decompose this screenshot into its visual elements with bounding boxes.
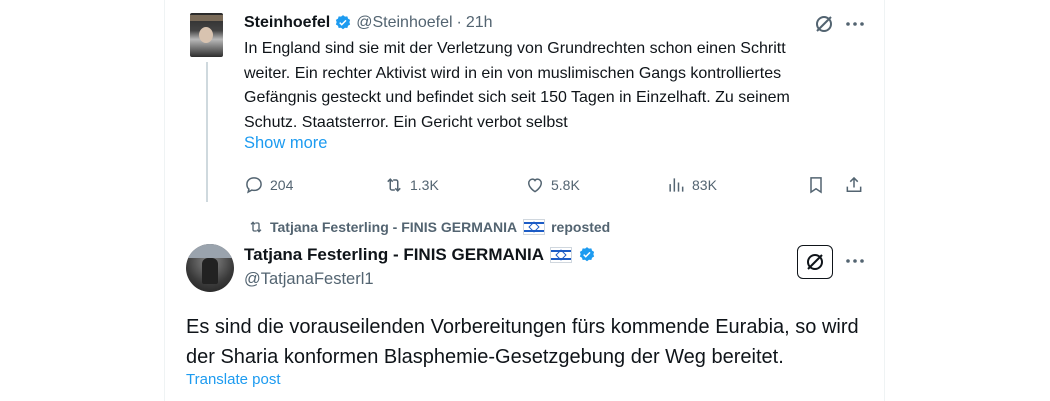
views-button[interactable]: 83K	[666, 172, 717, 198]
reply-button[interactable]: 204	[244, 172, 293, 198]
repost-icon	[250, 221, 262, 233]
share-button[interactable]	[844, 172, 864, 198]
column-border-right	[884, 0, 885, 401]
translate-post-link[interactable]: Translate post	[186, 371, 281, 388]
grok-icon	[807, 254, 823, 270]
tweet-2-header: Tatjana Festerling - FINIS GERMANIA	[244, 245, 596, 265]
tweet-1-header: Steinhoefel @Steinhoefel · 21h	[244, 12, 493, 34]
thread-connector-line	[206, 62, 208, 202]
views-icon	[669, 178, 684, 192]
israel-flag-icon	[550, 247, 573, 263]
like-button[interactable]: 5.8K	[525, 172, 580, 198]
author-name[interactable]: Tatjana Festerling - FINIS GERMANIA	[244, 245, 544, 265]
verified-badge-icon[interactable]	[578, 246, 596, 264]
views-count: 83K	[692, 177, 717, 193]
author-name[interactable]: Steinhoefel	[244, 14, 330, 32]
tweet-1-actions: 204 1.3K 5.8K 83K	[244, 172, 864, 198]
reply-icon	[246, 177, 262, 194]
header-separator: ·	[456, 14, 462, 31]
more-icon[interactable]	[843, 249, 867, 273]
like-icon	[527, 178, 543, 193]
repost-banner[interactable]: Tatjana Festerling - FINIS GERMANIA repo…	[248, 219, 610, 235]
israel-flag-icon	[523, 219, 546, 235]
bookmark-icon	[810, 177, 822, 194]
tweet-2-text: Es sind die vorauseilenden Vorbereitunge…	[186, 316, 859, 368]
grok-icon[interactable]	[812, 12, 836, 36]
more-icon[interactable]	[843, 12, 867, 36]
repost-count: 1.3K	[410, 177, 439, 193]
reposter-name[interactable]: Tatjana Festerling - FINIS GERMANIA	[270, 219, 517, 235]
grok-button[interactable]	[797, 245, 833, 279]
tweet-time[interactable]: 21h	[466, 14, 493, 32]
reply-count: 204	[270, 177, 294, 193]
share-icon	[846, 176, 862, 192]
reposted-label: reposted	[551, 219, 611, 235]
like-count: 5.8K	[551, 177, 580, 193]
verified-badge-icon[interactable]	[334, 14, 352, 32]
show-more-link[interactable]: Show more	[244, 134, 327, 153]
avatar-tatjana[interactable]	[186, 244, 234, 292]
bookmark-button[interactable]	[806, 172, 826, 198]
repost-button[interactable]: 1.3K	[384, 172, 439, 198]
author-handle[interactable]: @Steinhoefel	[356, 14, 452, 32]
repost-icon	[387, 178, 401, 192]
column-border-left	[164, 0, 165, 401]
tweet-1-text: In England sind sie mit der Verletzung v…	[244, 40, 790, 131]
avatar-steinhoefel[interactable]	[190, 13, 223, 57]
author-handle[interactable]: @TatjanaFesterl1	[244, 270, 374, 289]
